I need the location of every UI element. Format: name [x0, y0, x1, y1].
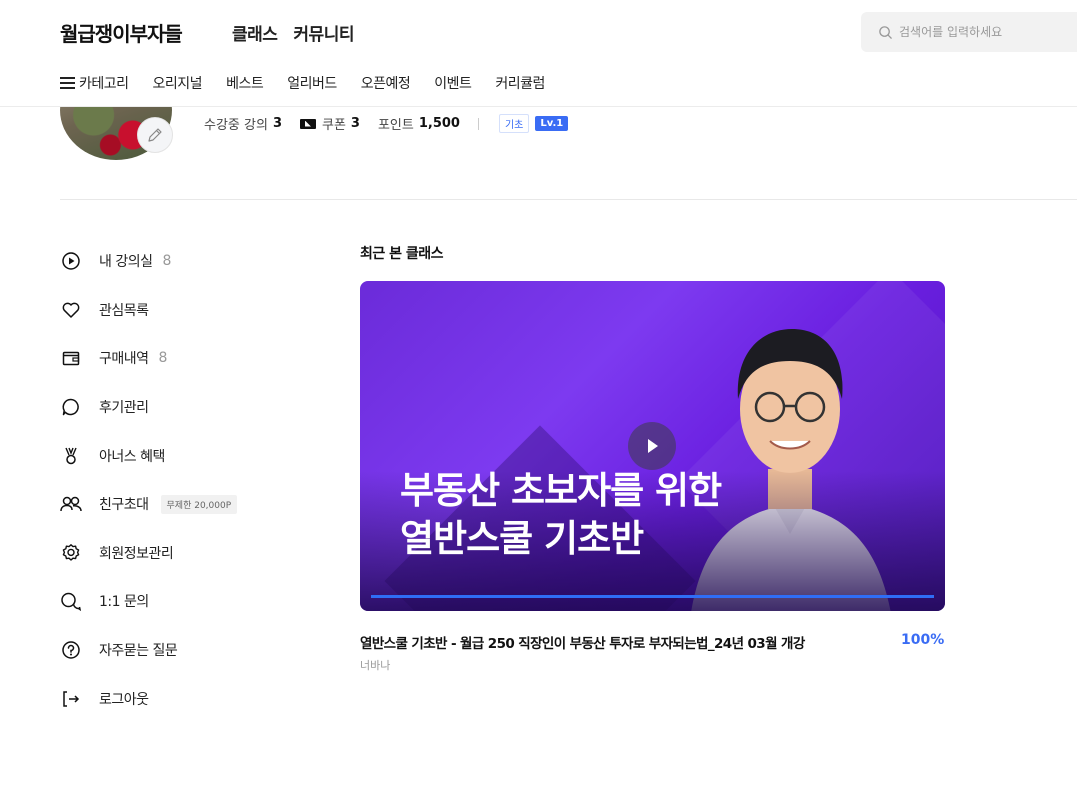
- menu-faq[interactable]: 자주묻는 질문: [60, 626, 237, 675]
- subnav-best[interactable]: 베스트: [226, 73, 264, 93]
- pencil-icon: [148, 128, 162, 142]
- menu-account-settings[interactable]: 회원정보관리: [60, 529, 237, 578]
- site-header: 월급쟁이부자들 클래스 커뮤니티 카테고리 오리지널 베스트 얼리버드 오픈예정…: [0, 0, 1077, 107]
- subnav-earlybird[interactable]: 얼리버드: [287, 73, 337, 93]
- subnav-event[interactable]: 이벤트: [434, 73, 472, 93]
- users-icon: [60, 493, 82, 515]
- section-divider: [60, 199, 1077, 200]
- grade-badge: 기초: [498, 114, 530, 133]
- coupon-label: 쿠폰: [321, 118, 346, 133]
- stats-divider: [477, 117, 479, 130]
- coupon-icon: [299, 118, 316, 129]
- mypage-side-menu: 내 강의실 8 관심목록 구매내역 8 후기관리 아너스 혜택 친구초대 무제한…: [60, 237, 238, 723]
- menu-label: 로그아웃: [99, 691, 149, 708]
- recent-classes-title: 최근 본 클래스: [360, 246, 444, 262]
- in-progress-label: 수강중 강의: [204, 118, 268, 133]
- menu-honors-benefits[interactable]: 아너스 혜택: [60, 431, 237, 480]
- question-circle-icon: [60, 639, 82, 661]
- menu-inquiry[interactable]: 1:1 문의: [60, 577, 237, 626]
- nav-community[interactable]: 커뮤니티: [293, 20, 354, 45]
- level-badge: Lv.1: [535, 116, 569, 131]
- subnav-curriculum[interactable]: 커리큘럼: [495, 73, 545, 93]
- search-box[interactable]: [861, 12, 1077, 52]
- speech-bubble-icon: [60, 396, 82, 418]
- thumbnail-title-line: 부동산 초보자를 위한: [400, 469, 722, 512]
- menu-label: 아너스 혜택: [99, 448, 165, 465]
- gear-icon: [60, 542, 82, 564]
- heart-icon: [60, 299, 82, 321]
- menu-invite-friends[interactable]: 친구초대 무제한 20,000P: [60, 480, 238, 529]
- menu-wishlist[interactable]: 관심목록: [60, 286, 237, 335]
- thumbnail-title: 부동산 초보자를 위한 열반스쿨 기초반: [400, 467, 722, 563]
- menu-label: 구매내역: [99, 351, 149, 368]
- watch-progress-bar: [371, 595, 934, 598]
- subnav-upcoming[interactable]: 오픈예정: [361, 73, 411, 93]
- point-label: 포인트: [377, 118, 414, 133]
- play-button[interactable]: [628, 422, 676, 470]
- search-input[interactable]: [899, 25, 1069, 39]
- menu-label: 1:1 문의: [99, 594, 149, 611]
- menu-purchases[interactable]: 구매내역 8: [60, 334, 237, 383]
- category-nav: 카테고리 오리지널 베스트 얼리버드 오픈예정 이벤트 커리큘럼: [60, 73, 569, 93]
- menu-label: 내 강의실: [99, 254, 153, 271]
- chat-bubbles-icon: [60, 590, 82, 612]
- menu-reviews[interactable]: 후기관리: [60, 383, 237, 432]
- category-menu-button[interactable]: 카테고리: [60, 73, 129, 93]
- coupon-stat[interactable]: 쿠폰 3: [299, 114, 360, 133]
- course-author: 너바나: [360, 659, 391, 672]
- category-label: 카테고리: [79, 76, 129, 92]
- menu-label: 친구초대: [99, 497, 149, 514]
- recent-class-thumbnail[interactable]: 부동산 초보자를 위한 열반스쿨 기초반: [360, 281, 945, 611]
- point-stat[interactable]: 포인트 1,500: [378, 114, 460, 133]
- course-title[interactable]: 열반스쿨 기초반 - 월급 250 직장인이 부동산 투자로 부자되는법_24년…: [360, 632, 805, 652]
- thumbnail-title-line: 열반스쿨 기초반: [400, 517, 644, 560]
- coupon-count: 3: [350, 116, 360, 131]
- search-icon: [879, 25, 892, 39]
- site-logo[interactable]: 월급쟁이부자들: [60, 18, 183, 47]
- menu-label: 관심목록: [99, 302, 149, 319]
- watch-progress-fill: [371, 595, 934, 598]
- point-value: 1,500: [418, 116, 460, 131]
- menu-label: 회원정보관리: [99, 545, 174, 562]
- menu-my-classroom[interactable]: 내 강의실 8: [60, 237, 237, 286]
- menu-label: 자주묻는 질문: [99, 643, 178, 660]
- play-circle-icon: [60, 250, 82, 272]
- in-progress-count: 3: [272, 116, 282, 131]
- top-nav: 클래스 커뮤니티: [232, 20, 354, 45]
- course-progress-percent: 100%: [901, 632, 945, 648]
- menu-count: 8: [162, 253, 172, 270]
- in-progress-stat[interactable]: 수강중 강의 3: [204, 114, 282, 133]
- avatar-edit-button[interactable]: [137, 117, 173, 153]
- subnav-original[interactable]: 오리지널: [153, 73, 203, 93]
- menu-logout[interactable]: 로그아웃: [60, 674, 237, 723]
- hamburger-icon: [60, 77, 75, 89]
- nav-classes[interactable]: 클래스: [232, 20, 278, 45]
- menu-label: 후기관리: [99, 400, 149, 417]
- invite-promo-badge: 무제한 20,000P: [160, 494, 238, 514]
- medal-icon: [60, 445, 82, 467]
- profile-stats: 수강중 강의 3 쿠폰 3 포인트 1,500 기초 Lv.1: [204, 114, 569, 133]
- menu-count: 8: [158, 350, 168, 367]
- logout-icon: [60, 688, 82, 710]
- wallet-icon: [60, 347, 82, 369]
- play-icon: [648, 439, 658, 453]
